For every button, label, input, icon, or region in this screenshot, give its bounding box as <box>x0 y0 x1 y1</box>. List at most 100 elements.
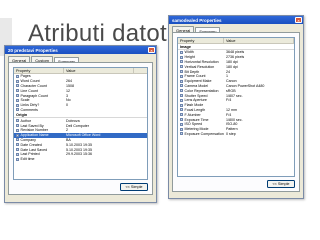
property-name: Edit time <box>14 157 64 161</box>
property-icon <box>180 50 183 54</box>
close-icon[interactable]: × <box>148 47 155 53</box>
property-row[interactable]: Width 3648 pixels <box>178 50 294 55</box>
property-name: Lens Aperture <box>178 98 224 102</box>
property-row[interactable]: Company BA <box>14 138 147 143</box>
property-label: Height <box>184 55 195 60</box>
property-icon <box>16 98 19 102</box>
dialog-titlebar[interactable]: samodealed Properties × <box>169 16 303 24</box>
property-icon <box>16 143 19 147</box>
property-row[interactable]: Camera Model Canon PowerShot A480 <box>178 84 294 89</box>
property-label: Flash Mode <box>184 103 204 108</box>
property-row[interactable]: Paragraph Count 3 <box>14 93 147 98</box>
property-icon <box>180 127 183 131</box>
property-label: Metering Mode <box>184 127 209 132</box>
property-name: Camera Model <box>178 84 224 88</box>
property-name: Company <box>14 138 64 142</box>
property-row[interactable]: Horizontal Resolution 180 dpi <box>178 60 294 65</box>
property-label: Author <box>20 118 32 123</box>
property-row[interactable]: Word Count 264 <box>14 79 147 84</box>
property-row[interactable]: Edit time <box>14 157 147 162</box>
property-row[interactable]: F-Number F/4 <box>178 112 294 117</box>
property-value: 24 <box>226 69 230 74</box>
property-icon <box>16 133 19 137</box>
property-row[interactable]: Metering Mode Pattern <box>178 127 294 132</box>
property-row[interactable]: Lens Aperture F/4 <box>178 98 294 103</box>
property-icon <box>16 148 19 152</box>
column-header-property[interactable]: Property <box>14 68 64 73</box>
property-name: Date Created <box>14 143 64 147</box>
property-icon <box>180 60 183 64</box>
property-row[interactable]: Bit Depth 24 <box>178 69 294 74</box>
property-name: Height <box>178 55 224 59</box>
property-row[interactable]: Equipment Make Canon <box>178 79 294 84</box>
property-value: Dobrova <box>66 118 80 123</box>
properties-grid[interactable]: Property Value Image Width 3648 pixels Heig… <box>177 37 295 177</box>
property-icon <box>180 108 183 112</box>
property-row[interactable]: Color Representation sRGB <box>178 88 294 93</box>
property-row[interactable]: Links Dirty? 0 <box>14 103 147 108</box>
simple-button[interactable]: << Simple <box>267 180 295 188</box>
property-row[interactable]: Line Count 12 <box>14 88 147 93</box>
property-label: Word Count <box>20 79 40 84</box>
property-name: Character Count <box>14 84 64 88</box>
property-row[interactable]: Date Last Saved 5.10.2003 19:35 <box>14 147 147 152</box>
property-value: F/4 <box>226 98 232 103</box>
property-row[interactable]: Shutter Speed 1/807 sec. <box>178 93 294 98</box>
dialog-title: samodealed Properties <box>172 17 222 23</box>
property-label: F-Number <box>184 112 201 117</box>
properties-grid[interactable]: Property Value Pages Word Count 264 Charact… <box>13 67 148 180</box>
close-icon[interactable]: × <box>295 17 302 23</box>
property-row[interactable]: Last Printed 29.9.2003 15:36 <box>14 152 147 157</box>
property-icon <box>16 103 19 107</box>
property-value: Pattern <box>226 127 238 132</box>
property-icon <box>16 74 19 78</box>
property-icon <box>180 89 183 93</box>
property-row[interactable]: Exposure Compensation 0 step <box>178 132 294 137</box>
property-row[interactable]: Scale No <box>14 98 147 103</box>
summary-panel: Property Value Image Width 3648 pixels Heig… <box>172 32 300 192</box>
property-row[interactable]: Date Created 5.10.2003 19:35 <box>14 142 147 147</box>
property-value: 2 <box>66 128 68 133</box>
property-row[interactable]: Vertical Resolution 180 dpi <box>178 64 294 69</box>
property-name: Author <box>14 119 64 123</box>
property-label: Scale <box>20 98 30 103</box>
property-row[interactable]: Focal Length 12 mm <box>178 108 294 113</box>
column-header-value[interactable]: Value <box>64 68 134 73</box>
property-label: Company <box>20 137 36 142</box>
property-row[interactable]: Frame Count 1 <box>178 74 294 79</box>
property-row[interactable]: Application Name Microsoft Office Word <box>14 132 147 138</box>
property-label: Links Dirty? <box>20 103 40 108</box>
property-value: 5.10.2003 19:35 <box>66 147 92 152</box>
property-row[interactable]: Height 2736 pixels <box>178 55 294 60</box>
property-row[interactable]: Last Saved By Dell Computer <box>14 123 147 128</box>
property-icon <box>180 118 183 122</box>
property-label: Horizontal Resolution <box>184 59 219 64</box>
column-header-value[interactable]: Value <box>224 38 294 43</box>
property-label: Paragraph Count <box>20 93 48 98</box>
dialog-titlebar[interactable]: 20 predstavi Properties × <box>5 46 156 54</box>
property-name: Revision Number <box>14 128 64 132</box>
property-icon <box>180 113 183 117</box>
property-label: Focal Length <box>184 107 206 112</box>
property-value: ISO-80 <box>226 122 238 127</box>
property-name: Exposure Time <box>178 118 224 122</box>
property-value: 1/800 sec. <box>226 117 243 122</box>
property-row[interactable]: Revision Number 2 <box>14 128 147 133</box>
property-name: Bit Depth <box>178 70 224 74</box>
property-label: Camera Model <box>184 83 209 88</box>
property-name: Word Count <box>14 79 64 83</box>
property-label: Last Saved By <box>20 123 44 128</box>
property-row[interactable]: Exposure Time 1/800 sec. <box>178 117 294 122</box>
property-icon <box>16 138 19 142</box>
property-icon <box>16 94 19 98</box>
property-icon <box>180 70 183 74</box>
property-row[interactable]: Author Dobrova <box>14 118 147 123</box>
property-value: 3 <box>66 93 68 98</box>
property-row[interactable]: Character Count 1508 <box>14 84 147 89</box>
column-header-property[interactable]: Property <box>178 38 224 43</box>
property-icon <box>180 103 183 107</box>
image-properties-dialog: samodealed Properties × General Summary … <box>168 15 304 199</box>
property-name: Metering Mode <box>178 127 224 131</box>
simple-button[interactable]: << Simple <box>120 183 148 191</box>
property-row[interactable]: ISO Speed ISO-80 <box>178 122 294 127</box>
